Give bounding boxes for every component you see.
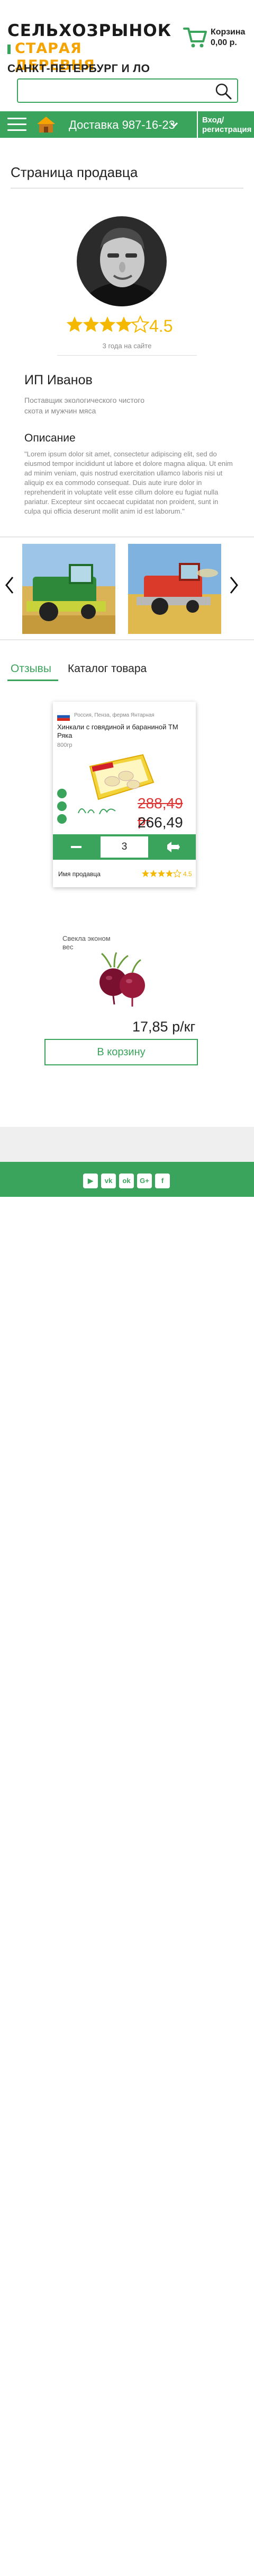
cart-title[interactable]: Корзина xyxy=(211,28,245,37)
seller-since: 3 года на сайте xyxy=(102,342,152,350)
description-heading: Описание xyxy=(24,432,76,444)
star-outline-icon xyxy=(131,315,149,333)
seller-name: ИП Иванов xyxy=(24,373,93,387)
gallery-image[interactable] xyxy=(128,544,221,634)
product-image[interactable] xyxy=(90,951,153,1010)
product-name[interactable]: Хинкали с говядиной и бараниной ТМ Ряка xyxy=(57,723,184,740)
search-icon[interactable] xyxy=(215,83,232,100)
decrease-button[interactable] xyxy=(53,834,101,860)
star-icon xyxy=(66,316,83,332)
add-to-cart-button[interactable] xyxy=(148,834,196,860)
product-price: 17,85 р/кг xyxy=(132,1019,196,1035)
card-seller-name[interactable]: Имя продавца xyxy=(58,870,101,878)
card-rating-value: 4.5 xyxy=(183,870,192,878)
login-label: Вход/ xyxy=(202,116,224,125)
chevron-right-icon[interactable] xyxy=(229,576,239,595)
vk-icon[interactable]: vk xyxy=(101,1174,116,1188)
add-to-cart-button[interactable]: В корзину xyxy=(44,1039,198,1065)
star-icon xyxy=(83,316,99,332)
product-badges xyxy=(57,789,70,827)
chevron-left-icon[interactable] xyxy=(4,576,15,595)
star-icon xyxy=(99,316,116,332)
eco-badge-icon xyxy=(57,801,67,811)
product-origin: Россия, Пенза, ферма Янтарная xyxy=(74,712,155,718)
divider xyxy=(0,536,254,537)
divider xyxy=(11,188,243,189)
delivery-phone[interactable]: Доставка 987-16-23 xyxy=(69,118,175,132)
seller-avatar xyxy=(77,216,167,306)
divider xyxy=(0,639,254,640)
google-plus-icon[interactable]: G+ xyxy=(137,1174,152,1188)
seller-short-description: Поставщик экологического чистого скота и… xyxy=(24,396,144,415)
card-rating-stars: 4.5 xyxy=(142,869,192,878)
chevron-down-icon[interactable] xyxy=(169,120,179,129)
product-name[interactable]: Свекла эконом вес xyxy=(62,934,115,951)
active-tab-indicator xyxy=(7,680,58,681)
product-card[interactable]: Россия, Пенза, ферма Янтарная Хинкали с … xyxy=(53,702,196,887)
eco-badge-icon xyxy=(57,789,67,798)
page-title: Страница продавца xyxy=(11,164,138,180)
divider xyxy=(57,355,197,356)
seller-rating: 4.5 xyxy=(66,315,193,337)
facebook-icon[interactable]: f xyxy=(155,1174,170,1188)
logo-title: СЕЛЬХОЗРЫНОК xyxy=(7,21,172,40)
rating-value: 4.5 xyxy=(149,316,173,336)
description-text: "Lorem ipsum dolor sit amet, consectetur… xyxy=(24,450,233,515)
cart-icon[interactable] xyxy=(183,25,207,50)
register-label: регистрация xyxy=(202,125,252,134)
youtube-icon[interactable]: ▶ xyxy=(83,1174,98,1188)
quantity-value[interactable]: 3 xyxy=(101,836,148,858)
gallery-image[interactable] xyxy=(22,544,115,634)
product-weight: 800гр xyxy=(57,742,72,748)
quantity-stepper: 3 xyxy=(53,834,196,860)
cart-arrow-icon xyxy=(167,842,180,852)
nav-divider xyxy=(197,111,198,138)
eco-label-icon xyxy=(78,808,116,815)
tab-reviews[interactable]: Отзывы xyxy=(11,663,51,675)
social-links: ▶ vk ok G+ f xyxy=(83,1174,171,1188)
search-input[interactable] xyxy=(17,78,238,103)
region-label[interactable]: САНКТ-ПЕТЕРБУРГ И ЛО xyxy=(7,63,150,75)
main-nav: Доставка 987-16-23 Вход/ регистрация xyxy=(0,111,254,138)
footer-spacer xyxy=(0,1127,254,1162)
house-icon xyxy=(37,117,55,133)
cart-sum: 0,00 р. xyxy=(211,38,237,47)
russia-flag-icon xyxy=(57,712,70,721)
login-link[interactable]: Вход/ регистрация xyxy=(202,116,251,135)
odnoklassniki-icon[interactable]: ok xyxy=(119,1174,134,1188)
minus-icon xyxy=(71,846,81,848)
menu-icon[interactable] xyxy=(7,118,26,131)
tab-catalog[interactable]: Каталог товара xyxy=(68,663,147,675)
footer: ▶ vk ok G+ f xyxy=(0,1162,254,1197)
star-icon xyxy=(115,316,132,332)
eco-badge-icon xyxy=(57,814,67,824)
